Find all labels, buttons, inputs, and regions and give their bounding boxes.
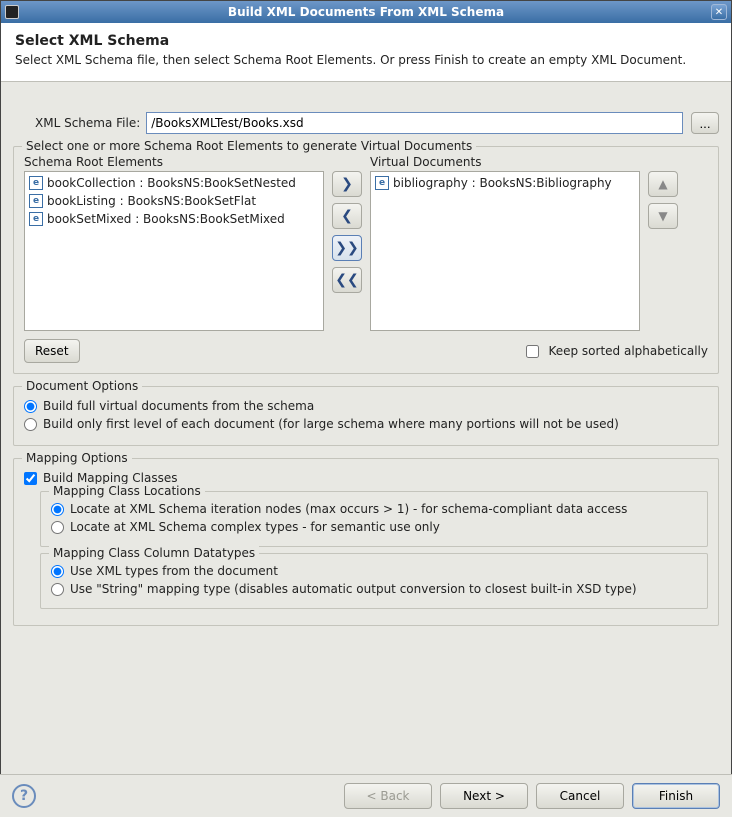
locations-complex-row[interactable]: Locate at XML Schema complex types - for…: [51, 520, 697, 534]
build-mapping-classes-row[interactable]: Build Mapping Classes: [24, 471, 708, 485]
window-title: Build XML Documents From XML Schema: [1, 5, 731, 19]
list-item[interactable]: e bibliography : BooksNS:Bibliography: [373, 174, 637, 192]
keep-sorted-checkbox[interactable]: [526, 345, 539, 358]
schema-root-elements-label: Schema Root Elements: [24, 155, 324, 169]
virtual-documents-label: Virtual Documents: [370, 155, 640, 169]
doc-opt-first-level-radio[interactable]: [24, 418, 37, 431]
doc-opt-full-label: Build full virtual documents from the sc…: [43, 399, 314, 413]
chevron-up-icon: ▲: [658, 177, 667, 191]
help-button[interactable]: ?: [12, 784, 36, 808]
wizard-footer: ? < Back Next > Cancel Finish: [0, 774, 732, 817]
datatypes-xml-radio[interactable]: [51, 565, 64, 578]
wizard-header: Select XML Schema Select XML Schema file…: [1, 23, 731, 82]
help-icon: ?: [20, 788, 28, 804]
page-subtitle: Select XML Schema file, then select Sche…: [15, 53, 717, 67]
move-left-button[interactable]: ❮: [332, 203, 362, 229]
locations-iteration-row[interactable]: Locate at XML Schema iteration nodes (ma…: [51, 502, 697, 516]
build-mapping-classes-checkbox[interactable]: [24, 472, 37, 485]
move-all-left-button[interactable]: ❮❮: [332, 267, 362, 293]
schema-file-input[interactable]: [146, 112, 683, 134]
double-chevron-right-icon: ❯❯: [335, 241, 358, 255]
element-icon: e: [29, 176, 43, 190]
virtual-documents-list[interactable]: e bibliography : BooksNS:Bibliography: [370, 171, 640, 331]
datatypes-string-label: Use "String" mapping type (disables auto…: [70, 582, 637, 596]
document-options-group: Document Options Build full virtual docu…: [13, 386, 719, 446]
keep-sorted-row[interactable]: Keep sorted alphabetically: [522, 342, 708, 361]
close-icon[interactable]: ✕: [711, 4, 727, 20]
build-mapping-classes-label: Build Mapping Classes: [43, 471, 177, 485]
list-item-label: bookSetMixed : BooksNS:BookSetMixed: [47, 212, 285, 226]
chevron-right-icon: ❯: [341, 177, 353, 191]
schema-file-label: XML Schema File:: [35, 116, 140, 130]
locations-iteration-radio[interactable]: [51, 503, 64, 516]
schema-root-elements-list[interactable]: e bookCollection : BooksNS:BookSetNested…: [24, 171, 324, 331]
mapping-options-legend: Mapping Options: [22, 451, 132, 465]
back-button: < Back: [344, 783, 432, 809]
window-titlebar: Build XML Documents From XML Schema ✕: [1, 1, 731, 23]
browse-button[interactable]: ...: [691, 112, 719, 134]
mapping-class-datatypes-legend: Mapping Class Column Datatypes: [49, 546, 259, 560]
list-item[interactable]: e bookSetMixed : BooksNS:BookSetMixed: [27, 210, 321, 228]
element-icon: e: [375, 176, 389, 190]
page-title: Select XML Schema: [15, 33, 717, 49]
doc-opt-full-radio[interactable]: [24, 400, 37, 413]
doc-opt-first-level-label: Build only first level of each document …: [43, 417, 619, 431]
double-chevron-left-icon: ❮❮: [335, 273, 358, 287]
mapping-class-locations-legend: Mapping Class Locations: [49, 484, 205, 498]
move-right-button[interactable]: ❯: [332, 171, 362, 197]
locations-complex-radio[interactable]: [51, 521, 64, 534]
finish-button[interactable]: Finish: [632, 783, 720, 809]
cancel-button[interactable]: Cancel: [536, 783, 624, 809]
list-item[interactable]: e bookCollection : BooksNS:BookSetNested: [27, 174, 321, 192]
datatypes-xml-row[interactable]: Use XML types from the document: [51, 564, 697, 578]
list-item-label: bookCollection : BooksNS:BookSetNested: [47, 176, 296, 190]
locations-iteration-label: Locate at XML Schema iteration nodes (ma…: [70, 502, 627, 516]
doc-opt-first-level-row[interactable]: Build only first level of each document …: [24, 417, 708, 431]
root-elements-legend: Select one or more Schema Root Elements …: [22, 139, 476, 153]
chevron-left-icon: ❮: [341, 209, 353, 223]
move-down-button[interactable]: ▼: [648, 203, 678, 229]
next-button[interactable]: Next >: [440, 783, 528, 809]
move-up-button[interactable]: ▲: [648, 171, 678, 197]
root-elements-group: Select one or more Schema Root Elements …: [13, 146, 719, 374]
mapping-class-locations-group: Mapping Class Locations Locate at XML Sc…: [40, 491, 708, 547]
move-all-right-button[interactable]: ❯❯: [332, 235, 362, 261]
mapping-options-group: Mapping Options Build Mapping Classes Ma…: [13, 458, 719, 626]
list-item[interactable]: e bookListing : BooksNS:BookSetFlat: [27, 192, 321, 210]
datatypes-xml-label: Use XML types from the document: [70, 564, 278, 578]
keep-sorted-label: Keep sorted alphabetically: [548, 344, 708, 358]
document-options-legend: Document Options: [22, 379, 142, 393]
reset-button[interactable]: Reset: [24, 339, 80, 363]
doc-opt-full-row[interactable]: Build full virtual documents from the sc…: [24, 399, 708, 413]
mapping-class-datatypes-group: Mapping Class Column Datatypes Use XML t…: [40, 553, 708, 609]
datatypes-string-radio[interactable]: [51, 583, 64, 596]
datatypes-string-row[interactable]: Use "String" mapping type (disables auto…: [51, 582, 697, 596]
element-icon: e: [29, 212, 43, 226]
chevron-down-icon: ▼: [658, 209, 667, 223]
locations-complex-label: Locate at XML Schema complex types - for…: [70, 520, 440, 534]
list-item-label: bibliography : BooksNS:Bibliography: [393, 176, 612, 190]
list-item-label: bookListing : BooksNS:BookSetFlat: [47, 194, 256, 208]
element-icon: e: [29, 194, 43, 208]
